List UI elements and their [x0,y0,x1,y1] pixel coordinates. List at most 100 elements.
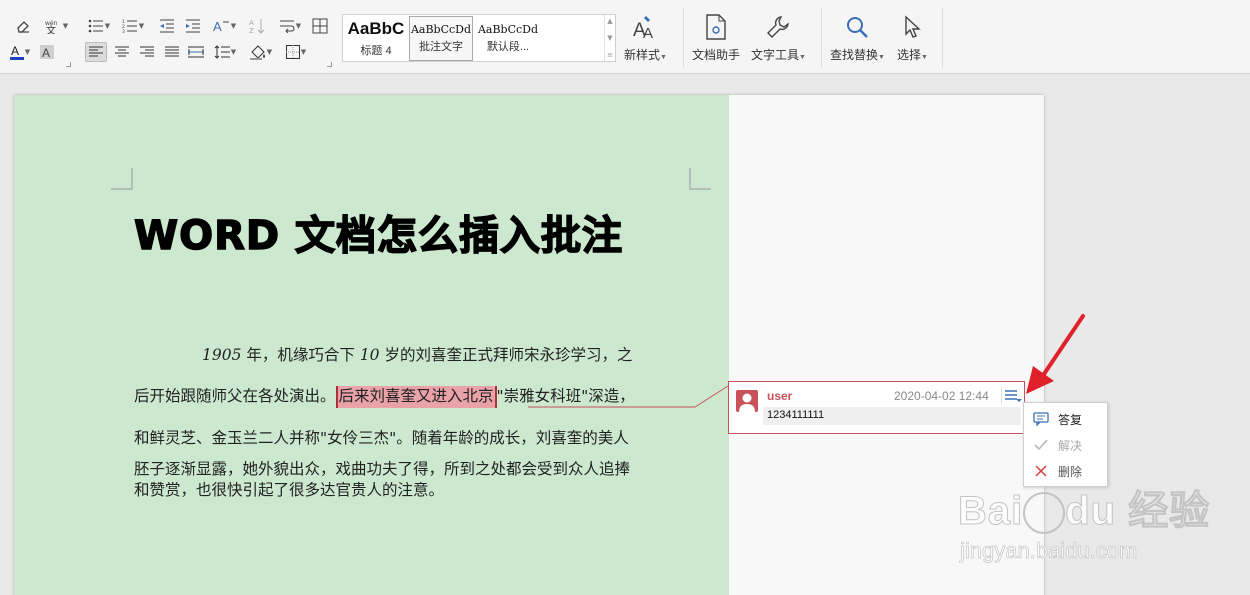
wps-writer-window: wén 文 ▼ ▼ 1 2 3 ▼ A ▼ AZ ▼ A ▼ A ▼ ▼ ▼ A… [0,0,1250,595]
reply-icon [1033,412,1049,426]
paragraph-line-2[interactable]: 后开始跟随师父在各处演出。 后来刘喜奎又进入北京 "崇雅女科班"深造， [134,384,635,408]
char-spacing-icon: A [213,19,229,34]
scroll-up-icon[interactable]: ▲ [607,17,612,25]
search-icon [847,17,869,38]
svg-text:A: A [213,19,222,34]
sort-icon: AZ [249,19,265,34]
text-tools-button[interactable]: 文字工具▼ [751,14,806,63]
style-default-paragraph[interactable]: AaBbCcDd 默认段... [474,16,542,61]
comment-timestamp: 2020-04-02 12:44 [894,389,989,403]
gallery-expand-icon[interactable]: ≡ [607,51,613,59]
shading-fill-button[interactable]: ▼ [247,42,275,62]
menu-item-label: 答复 [1058,412,1083,427]
style-preview: AaBbC [347,19,405,39]
increase-indent-button[interactable] [183,16,203,36]
baidu-logo-icon: Bai du 经验 [957,489,1211,535]
new-style-button[interactable]: AA 新样式▼ [624,14,667,63]
eraser-button[interactable] [12,16,34,36]
distributed-align-icon [188,46,204,58]
line-spacing-icon [214,45,230,59]
sort-button[interactable]: AZ [247,16,267,36]
style-name: 批注文字 [419,41,463,54]
baidu-jingyan-watermark: Bai du 经验 jingyan.baidu.com [957,478,1209,578]
document-title[interactable]: WORD 文档怎么插入批注 [133,203,623,261]
svg-text:Z: Z [249,27,254,34]
text-run: 后开始跟随师父在各处演出。 [134,387,336,405]
style-preview: AaBbCcDd [410,22,472,36]
style-gallery: AaBbC 标题 4 AaBbCcDd 批注文字 AaBbCcDd 默认段...… [342,14,616,62]
select-label: 选择 [897,48,922,62]
phonetic-icon: wén文 [45,20,58,34]
document-assistant-icon [706,14,726,40]
style-name: 默认段... [486,41,530,54]
style-gallery-scroller[interactable]: ▲ ▼ ≡ [604,15,615,61]
paragraph-group-expander[interactable] [327,62,332,67]
justify-button[interactable] [162,42,182,62]
delete-x-icon [1035,465,1047,477]
line-spacing-button[interactable]: ▼ [211,42,239,62]
align-right-icon [140,46,154,57]
char-shading-button[interactable]: A [38,42,56,62]
svg-text:A: A [643,25,653,40]
align-center-button[interactable] [112,42,132,62]
bullet-list-button[interactable]: ▼ [86,16,112,36]
svg-text:A: A [11,44,19,58]
cursor-icon [905,15,922,38]
text-tools-label: 文字工具 [751,48,800,62]
page-text-area[interactable]: WORD 文档怎么插入批注 1905 年，机缘巧合下 10 岁的刘喜奎正式拜师宋… [14,95,729,595]
paint-bucket-icon [249,45,265,60]
borders-button[interactable]: ▼ [282,42,310,62]
style-comment-text[interactable]: AaBbCcDd 批注文字 [409,16,473,61]
paragraph-line-1[interactable]: 1905 年，机缘巧合下 10 岁的刘喜奎正式拜师宋永珍学习，之 [202,343,632,365]
doc-assistant-button[interactable]: 文档助手 [692,14,740,63]
line-wrap-button[interactable]: ▼ [276,16,304,36]
text-run: 年，机缘巧合下 [241,346,360,364]
svg-text:3: 3 [122,29,125,33]
wrench-icon [767,16,790,38]
commented-text-highlight[interactable]: 后来刘喜奎又进入北京 [335,386,497,408]
text-box-button[interactable] [310,16,330,36]
select-button[interactable]: 选择▼ [897,14,928,63]
paragraph-line-3[interactable]: 和鲜灵芝、金玉兰二人并称"女伶三杰"。随着年龄的成长，刘喜奎的美人 [134,426,629,448]
find-replace-button[interactable]: 查找替换▼ [830,14,885,63]
scroll-down-icon[interactable]: ▼ [607,34,612,42]
comment-author: user [767,389,793,403]
numbered-list-button[interactable]: 1 2 3 ▼ [119,16,147,36]
align-left-button[interactable] [85,42,107,62]
comment-card[interactable]: user 2020-04-02 12:44 1234111111 [728,381,1025,434]
menu-item-resolve[interactable]: 解决 [1024,432,1107,458]
align-right-button[interactable] [137,42,157,62]
find-replace-label: 查找替换 [830,48,879,62]
decrease-indent-icon [160,19,174,33]
font-group-expander[interactable] [66,62,71,67]
comment-text[interactable]: 1234111111 [763,407,1021,425]
menu-item-reply[interactable]: 答复 [1024,406,1107,432]
line-wrap-icon [279,20,295,33]
eraser-icon [17,21,29,33]
char-spacing-button[interactable]: A ▼ [210,16,238,36]
paragraph-line-5[interactable]: 和赞赏，也很快引起了很多达官贵人的注意。 [134,478,444,500]
age-number: 10 [359,346,380,364]
ribbon-separator [683,8,684,68]
svg-text:文: 文 [46,24,56,34]
text-run: 岁的刘喜奎正式拜师宋永珍学习，之 [379,346,633,364]
align-left-icon [89,46,103,57]
crop-mark-top-right [689,168,711,190]
style-heading4[interactable]: AaBbC 标题 4 [344,16,408,61]
distributed-align-button[interactable] [186,42,206,62]
phonetic-guide-button[interactable]: wén 文 ▼ [40,16,72,36]
document-page[interactable]: WORD 文档怎么插入批注 1905 年，机缘巧合下 10 岁的刘喜奎正式拜师宋… [14,95,1044,595]
svg-text:A: A [42,46,50,60]
decrease-indent-button[interactable] [157,16,177,36]
font-color-button[interactable]: A ▼ [6,42,34,62]
new-style-icon: AA [633,16,653,40]
justify-icon [165,46,179,57]
new-style-label: 新样式 [624,48,661,62]
borders-icon [285,45,300,59]
menu-item-label: 解决 [1058,438,1083,453]
paragraph-line-4[interactable]: 胚子逐渐显露，她外貌出众，戏曲功夫了得，所到之处都会受到众人追捧 [134,457,630,479]
increase-indent-icon [186,19,200,33]
comment-menu-button[interactable] [1001,387,1023,404]
style-name: 标题 4 [360,44,392,57]
year-number: 1905 [202,346,242,364]
